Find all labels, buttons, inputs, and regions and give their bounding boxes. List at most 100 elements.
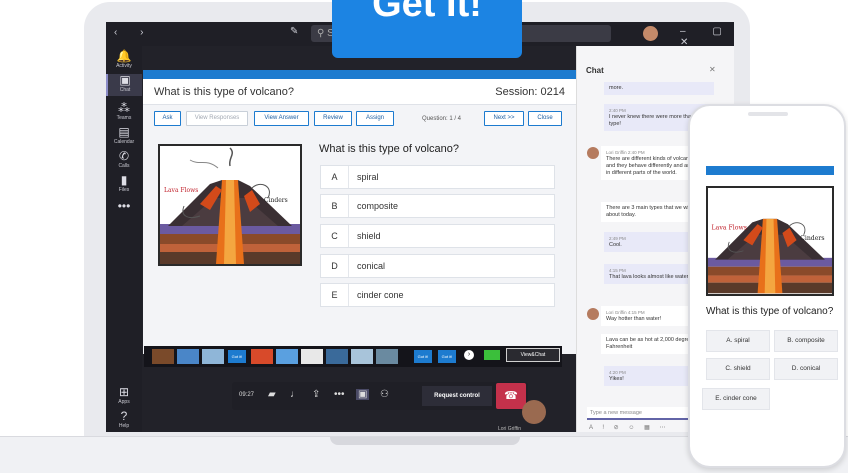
rail-chat[interactable]: ▣ Chat — [106, 74, 142, 96]
answer-text: shield — [357, 231, 381, 241]
chat-title: Chat — [586, 66, 604, 75]
rail-help[interactable]: ? Help — [106, 409, 142, 430]
slide-thumbnail[interactable] — [376, 349, 398, 364]
lava-flows-label: Lava Flows — [712, 224, 747, 231]
message-text: more. — [609, 85, 624, 91]
slide-thumbnail[interactable] — [152, 349, 174, 364]
chat-message: more. — [604, 82, 714, 95]
call-controls: 09:27 ▰ ♩ ⇪ ••• ▣ ⚇ Request control ☎ — [232, 382, 528, 410]
next-slide-icon[interactable]: › — [464, 350, 474, 360]
window-controls[interactable]: – ▢ ✕ — [680, 26, 734, 48]
question-toolbar: Ask View Responses View Answer Review As… — [143, 106, 579, 132]
compose-toolbar[interactable]: A ! ⊘ ☺ ▦ ⋯ — [589, 424, 670, 431]
card-header: What is this type of volcano? Session: 0… — [143, 79, 579, 105]
participant-avatar — [522, 400, 546, 424]
slide-thumbnail[interactable] — [301, 349, 323, 364]
share-icon[interactable]: ⇪ — [312, 389, 320, 400]
rail-calls[interactable]: ✆ Calls — [106, 149, 142, 170]
bell-icon: 🔔 — [116, 49, 132, 63]
session-id: Session: 0214 — [495, 86, 565, 98]
slide-thumbnail[interactable] — [202, 349, 224, 364]
got-it-thumbnail[interactable]: Got it! — [228, 350, 246, 363]
close-button[interactable]: Close — [528, 111, 562, 126]
more-icon: ••• — [117, 199, 131, 213]
phone-speaker — [748, 112, 788, 116]
avatar — [587, 308, 599, 320]
phone-accent-bar — [706, 166, 834, 175]
phone-volcano-illustration: Lava Flows Cinders — [708, 188, 832, 294]
rail-files[interactable]: ▮ Files — [106, 174, 142, 194]
participant-name: Lori Griffin — [498, 426, 521, 432]
phone-icon: ✆ — [118, 149, 130, 163]
rail-apps[interactable]: ⊞ Apps — [106, 385, 142, 406]
message-text: Lava can be as hot at 2,000 degrees Fahr… — [606, 337, 696, 350]
answer-text: conical — [357, 261, 386, 271]
answer-letter: B — [321, 195, 349, 217]
view-chat-button[interactable]: View&Chat — [506, 348, 560, 362]
answer-option-c[interactable]: Cshield — [320, 224, 555, 248]
camera-icon[interactable]: ▰ — [268, 389, 276, 400]
get-it-logo: Get It! — [332, 0, 522, 58]
request-control-button[interactable]: Request control — [422, 386, 492, 406]
rail-label: Files — [118, 187, 130, 193]
more-icon[interactable]: ••• — [334, 389, 345, 400]
close-icon[interactable]: ✕ — [709, 65, 716, 74]
answer-option-d[interactable]: Dconical — [320, 254, 555, 278]
assign-button[interactable]: Assign — [356, 111, 394, 126]
hang-up-button[interactable]: ☎ — [496, 383, 526, 409]
message-text: Way hotter than water! — [606, 316, 662, 322]
question-heading: What is this type of volcano? — [319, 143, 460, 155]
answer-option-a[interactable]: Aspiral — [320, 165, 555, 189]
cinders-label: Cinders — [264, 197, 288, 204]
apps-icon: ⊞ — [118, 385, 130, 399]
slide-thumbnail[interactable] — [177, 349, 199, 364]
teams-icon: ⁂ — [118, 101, 130, 115]
question-counter: Question: 1 / 4 — [422, 116, 462, 122]
got-it-thumbnail[interactable]: Got it! — [438, 350, 456, 363]
slide-thumbnail[interactable] — [251, 349, 273, 364]
rail-label: Calls — [118, 163, 130, 169]
message-text: That lava looks almost like water! — [609, 274, 691, 280]
question-card: What is this type of volcano? Session: 0… — [143, 70, 579, 354]
answer-option-e[interactable]: Ecinder cone — [320, 283, 555, 307]
laptop-notch — [330, 437, 520, 445]
stage: ‹ › ✎ ⚲ S – ▢ ✕ 🔔 Activity ▣ Chat ⁂ Teams ▤… — [0, 0, 848, 473]
answer-letter: C — [321, 225, 349, 247]
got-it-thumbnail[interactable]: Got it! — [414, 350, 432, 363]
answer-option-b[interactable]: Bcomposite — [320, 194, 555, 218]
rail-activity[interactable]: 🔔 Activity — [106, 49, 142, 70]
review-button[interactable]: Review — [314, 111, 352, 126]
phone-volcano-diagram: Lava Flows Cinders — [706, 186, 834, 296]
slide-thumbnail[interactable] — [351, 349, 373, 364]
rail-label: Apps — [118, 399, 130, 405]
slide-thumbnail[interactable] — [276, 349, 298, 364]
help-icon: ? — [120, 409, 128, 423]
compose-icon[interactable]: ✎ — [290, 26, 298, 37]
phone-option-b[interactable]: B. composite — [774, 330, 838, 352]
question-title: What is this type of volcano? — [154, 86, 295, 98]
card-accent-bar — [143, 70, 579, 79]
phone-option-d[interactable]: D. conical — [774, 358, 838, 380]
phone-option-c[interactable]: C. shield — [706, 358, 770, 380]
lava-flows-label: Lava Flows — [164, 187, 198, 194]
chat-icon[interactable]: ▣ — [356, 389, 370, 400]
back-forward-icon[interactable]: ‹ › — [114, 27, 153, 38]
participants-icon[interactable]: ⚇ — [380, 389, 389, 400]
answer-text: cinder cone — [357, 290, 404, 300]
microphone-icon[interactable]: ♩ — [290, 389, 300, 400]
view-responses-button[interactable]: View Responses — [186, 111, 248, 126]
ask-button[interactable]: Ask — [154, 111, 181, 126]
view-answer-button[interactable]: View Answer — [254, 111, 309, 126]
rail-more[interactable]: ••• — [106, 200, 142, 213]
answer-text: composite — [357, 201, 399, 211]
chat-icon: ▣ — [119, 73, 131, 87]
phone-option-a[interactable]: A. spiral — [706, 330, 770, 352]
chat-toggle-icon[interactable] — [484, 350, 500, 360]
answer-text: spiral — [357, 172, 379, 182]
next-button[interactable]: Next >> — [484, 111, 524, 126]
rail-calendar[interactable]: ▤ Calendar — [106, 126, 142, 146]
slide-thumbnail[interactable] — [326, 349, 348, 364]
avatar[interactable] — [643, 26, 658, 41]
rail-teams[interactable]: ⁂ Teams — [106, 101, 142, 122]
phone-option-e[interactable]: E. cinder cone — [702, 388, 770, 410]
